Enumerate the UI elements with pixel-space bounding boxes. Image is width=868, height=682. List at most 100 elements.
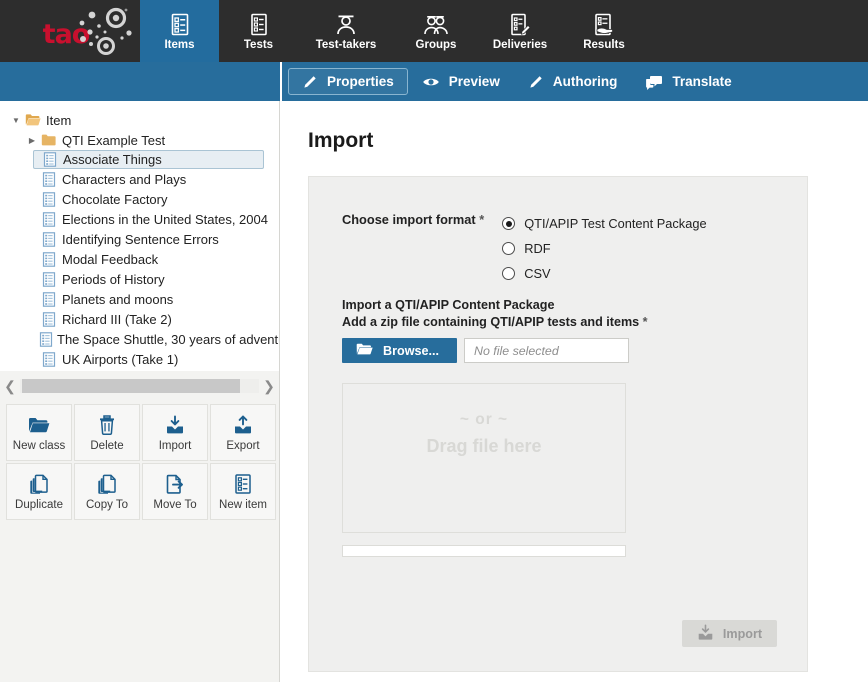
logo-dots-icon: [66, 6, 134, 61]
selected-file-name[interactable]: No file selected: [464, 338, 629, 363]
action-label: New item: [219, 498, 267, 511]
upload-subtitle-text: Add a zip file containing QTI/APIP tests…: [342, 315, 640, 329]
file-dropzone[interactable]: ~ or ~ Drag file here: [342, 383, 626, 533]
list-items-icon: [170, 11, 190, 37]
tree-item-elections-united-states-2004[interactable]: Elections in the United States, 2004: [0, 209, 279, 229]
tree-item-associate-things[interactable]: Associate Things: [33, 150, 264, 169]
chevron-right-icon[interactable]: ▶: [25, 136, 39, 145]
required-marker: *: [642, 315, 648, 329]
tree-item-modal-feedback[interactable]: Modal Feedback: [0, 249, 279, 269]
action-label: Import: [158, 439, 192, 452]
tree-item-label: Modal Feedback: [62, 251, 159, 267]
chevron-down-icon[interactable]: ▼: [9, 116, 23, 125]
nav-tab-label: Groups: [415, 38, 457, 51]
import-format-label: Choose import format *: [342, 211, 484, 286]
radio-button[interactable]: [502, 217, 516, 230]
nav-tab-items[interactable]: Items: [140, 0, 219, 62]
top-navigation-bar: tao Items Tests Test-takers Groups Deliv…: [0, 0, 868, 62]
sidebar-action-buttons: New class Delete Import Export Duplicate…: [6, 404, 276, 520]
import-format-label-text: Choose import format: [342, 212, 476, 227]
radio-button[interactable]: [502, 267, 516, 280]
scroll-left-arrow-icon[interactable]: ❮: [0, 379, 20, 393]
radio-rdf[interactable]: RDF: [502, 236, 706, 261]
scrollbar-track[interactable]: [20, 379, 259, 393]
nav-tab-label: Tests: [243, 38, 274, 51]
tree-item-space-shuttle[interactable]: The Space Shuttle, 30 years of adventure: [0, 329, 279, 349]
radio-label: QTI/APIP Test Content Package: [524, 216, 707, 231]
item-document-icon: [39, 351, 58, 367]
tree-item-label: Periods of History: [62, 271, 165, 287]
action-label: Export: [226, 439, 260, 452]
import-arrow-icon: [165, 414, 185, 436]
item-document-icon: [39, 211, 58, 227]
item-tree: ▼ Item ▶ QTI Example Test Associate Thin…: [0, 101, 279, 371]
delete-button[interactable]: Delete: [74, 404, 140, 461]
tab-properties[interactable]: Properties: [288, 68, 408, 95]
scroll-right-arrow-icon[interactable]: ❯: [259, 379, 279, 393]
item-document-icon: [39, 291, 58, 307]
pencil-icon: [528, 74, 544, 90]
import-submit-button[interactable]: Import: [682, 620, 777, 647]
required-marker: *: [479, 212, 485, 227]
upload-title: Import a QTI/APIP Content Package: [342, 298, 555, 312]
item-document-icon: [39, 271, 58, 287]
tree-item-label: Identifying Sentence Errors: [62, 231, 219, 247]
tree-horizontal-scrollbar[interactable]: ❮ ❯: [0, 373, 279, 399]
tree-item-uk-airports-take-1[interactable]: UK Airports (Take 1): [0, 349, 279, 369]
nav-tab-results[interactable]: Results: [562, 0, 646, 62]
nav-tab-groups[interactable]: Groups: [394, 0, 478, 62]
dropzone-or-text: ~ or ~: [459, 411, 509, 428]
import-form-panel: Choose import format * QTI/APIP Test Con…: [308, 176, 808, 672]
tree-item-characters-and-plays[interactable]: Characters and Plays: [0, 169, 279, 189]
tree-item-label: Richard III (Take 2): [62, 311, 172, 327]
nav-tab-tests[interactable]: Tests: [219, 0, 298, 62]
new-class-button[interactable]: New class: [6, 404, 72, 461]
tree-item-richard-iii-take-2[interactable]: Richard III (Take 2): [0, 309, 279, 329]
export-button[interactable]: Export: [210, 404, 276, 461]
copy-to-button[interactable]: Copy To: [74, 463, 140, 520]
tree-node-item[interactable]: ▼ Item: [0, 110, 279, 130]
new-item-button[interactable]: New item: [210, 463, 276, 520]
open-folder-icon: [23, 113, 42, 127]
tab-label: Authoring: [552, 74, 618, 89]
tab-translate[interactable]: Translate: [631, 68, 745, 95]
action-label: Move To: [153, 498, 197, 511]
item-document-icon: [40, 152, 59, 167]
tree-node-qti-example-test[interactable]: ▶ QTI Example Test: [0, 130, 279, 150]
tab-preview[interactable]: Preview: [408, 68, 514, 95]
tab-authoring[interactable]: Authoring: [514, 68, 631, 95]
main-content: Import Choose import format * QTI/APIP T…: [281, 101, 868, 682]
scrollbar-thumb[interactable]: [22, 379, 240, 393]
radio-qti-apip-test-content-package[interactable]: QTI/APIP Test Content Package: [502, 211, 707, 236]
import-submit-label: Import: [722, 626, 763, 641]
import-button[interactable]: Import: [142, 404, 208, 461]
move-to-button[interactable]: Move To: [142, 463, 208, 520]
tree-item-planets-and-moons[interactable]: Planets and moons: [0, 289, 279, 309]
upload-subtitle: Add a zip file containing QTI/APIP tests…: [342, 314, 652, 331]
person-icon: [334, 11, 358, 37]
radio-button[interactable]: [502, 242, 516, 255]
tree-item-label: Elections in the United States, 2004: [62, 211, 268, 227]
action-label: New class: [12, 439, 66, 452]
action-label: Delete: [90, 439, 124, 452]
sub-nav-divider: [280, 62, 282, 101]
radio-csv[interactable]: CSV: [502, 261, 706, 286]
browse-button[interactable]: Browse...: [342, 338, 457, 363]
tree-item-identifying-sentence-errors[interactable]: Identifying Sentence Errors: [0, 229, 279, 249]
page-arrow-icon: [165, 473, 185, 495]
copy-pages-icon: [97, 473, 117, 495]
tree-item-label: Associate Things: [63, 152, 162, 167]
browse-button-label: Browse...: [383, 343, 439, 358]
app-logo[interactable]: tao: [0, 0, 140, 62]
tree-item-periods-of-history[interactable]: Periods of History: [0, 269, 279, 289]
tree-node-label: QTI Example Test: [62, 132, 166, 148]
duplicate-button[interactable]: Duplicate: [6, 463, 72, 520]
tree-item-chocolate-factory[interactable]: Chocolate Factory: [0, 189, 279, 209]
tree-item-label: The Space Shuttle, 30 years of adventure: [57, 331, 279, 347]
nav-tab-test-takers[interactable]: Test-takers: [298, 0, 394, 62]
nav-tab-deliveries[interactable]: Deliveries: [478, 0, 562, 62]
document-pencil-icon: [509, 11, 531, 37]
item-document-icon: [39, 251, 58, 267]
radio-label: RDF: [524, 241, 551, 256]
nav-tab-label: Results: [583, 38, 625, 51]
